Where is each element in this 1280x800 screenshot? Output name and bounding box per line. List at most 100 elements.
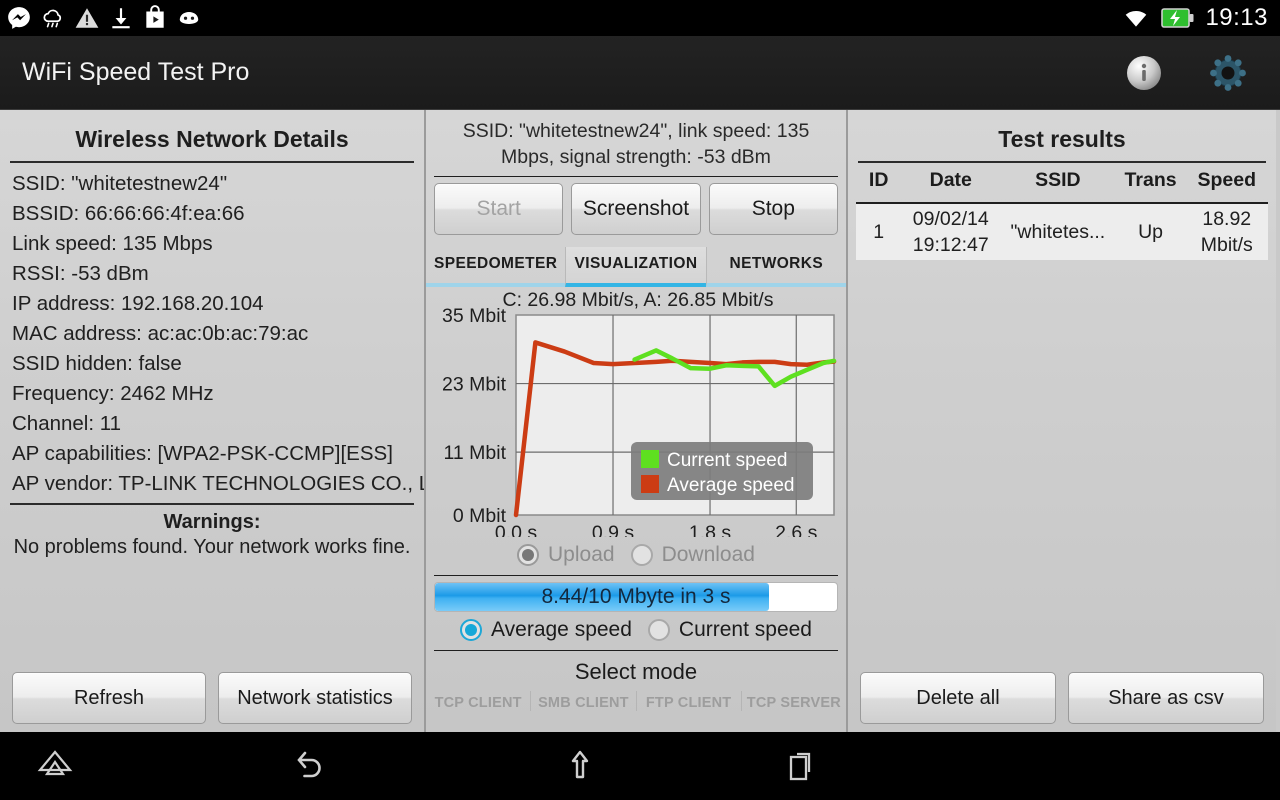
transfer-progress-bar: 8.44/10 Mbyte in 3 s	[434, 582, 838, 612]
tab-networks[interactable]: NETWORKS	[705, 247, 846, 287]
right-pane-buttons: Delete all Share as csv	[848, 672, 1276, 724]
status-bar: 19:13	[0, 0, 1280, 36]
radio-upload[interactable]: Upload	[517, 543, 615, 567]
chart-xtick-2: 1.8 s	[689, 522, 732, 537]
speed-chart: C: 26.98 Mbit/s, A: 26.85 Mbit/s 0 Mbit 1…	[426, 287, 846, 537]
mode-tabs: TCP CLIENT SMB CLIENT FTP CLIENT TCP SER…	[426, 691, 846, 711]
home-arrow-icon	[571, 750, 589, 779]
delete-all-button[interactable]: Delete all	[860, 672, 1056, 724]
detail-frequency: Frequency: 2462 MHz	[12, 382, 214, 405]
test-results-table: ID Date SSID Trans Speed	[848, 163, 1276, 202]
warnings-title: Warnings:	[163, 511, 261, 533]
refresh-button[interactable]: Refresh	[12, 672, 206, 724]
network-details-list: SSID: "whitetestnew24" BSSID: 66:66:66:4…	[0, 163, 424, 499]
tab-visualization[interactable]: VISUALIZATION	[565, 247, 706, 287]
battery-charging-icon	[1161, 8, 1194, 28]
detail-channel: Channel: 11	[12, 412, 122, 435]
nav-home-button[interactable]	[470, 743, 690, 789]
direction-selector: Upload Download	[426, 537, 846, 575]
detail-ssid: SSID: "whitetestnew24"	[12, 172, 228, 195]
app-title: WiFi Speed Test Pro	[22, 58, 250, 86]
detail-ap-vendor: AP vendor: TP-LINK TECHNOLOGIES CO., LTD…	[12, 472, 424, 495]
detail-ip-address: IP address: 192.168.20.104	[12, 292, 264, 315]
radio-download[interactable]: Download	[630, 543, 755, 567]
system-navigation-bar	[0, 732, 1280, 800]
network-statistics-button[interactable]: Network statistics	[218, 672, 412, 724]
table-row[interactable]: 1 09/02/14 19:12:47 "whitetes... Up 18.9…	[856, 204, 1268, 260]
radio-current-speed[interactable]: Current speed	[647, 618, 812, 642]
settings-button[interactable]	[1206, 51, 1250, 95]
legend-label-average: Average speed	[667, 475, 794, 496]
radio-upload-label: Upload	[548, 543, 615, 566]
select-mode-title: Select mode	[574, 659, 698, 684]
chart-legend: Current speed Average speed	[631, 442, 813, 500]
chart-ytick-2: 23 Mbit	[442, 374, 507, 396]
nav-recent-apps-button[interactable]	[690, 743, 910, 789]
nav-sony-home-button[interactable]	[0, 744, 110, 788]
speed-mode-selector: Average speed Current speed	[426, 612, 846, 650]
mode-tab-tcp-server[interactable]: TCP SERVER	[740, 691, 846, 711]
cell-trans: Up	[1138, 221, 1164, 243]
radio-current-speed-dot	[647, 619, 670, 641]
chart-xtick-1: 0.9 s	[592, 522, 635, 537]
screen: 19:13 WiFi Speed Test Pro Wireless Netwo…	[0, 0, 1280, 800]
nav-back-button[interactable]	[150, 743, 470, 789]
settings-icon	[1210, 54, 1246, 91]
action-bar: WiFi Speed Test Pro	[0, 36, 1280, 110]
column-header-ssid: SSID	[1035, 169, 1081, 191]
sony-home-icon	[37, 750, 73, 776]
legend-label-current: Current speed	[667, 450, 787, 471]
legend-swatch-current	[641, 450, 659, 468]
radio-download-label: Download	[661, 543, 755, 566]
detail-rssi: RSSI: -53 dBm	[12, 262, 149, 285]
chart-xtick-3: 2.6 s	[775, 522, 818, 537]
stop-button[interactable]: Stop	[708, 183, 838, 235]
status-bar-clock: 19:13	[1205, 4, 1268, 31]
cell-id: 1	[873, 221, 885, 243]
mode-tab-tcp-client[interactable]: TCP CLIENT	[426, 691, 530, 711]
radio-average-speed-label: Average speed	[491, 618, 632, 641]
wifi-icon	[1126, 10, 1147, 27]
test-control-buttons: Start Screenshot Stop	[426, 177, 846, 237]
detail-link-speed: Link speed: 135 Mbps	[12, 232, 213, 255]
speed-test-pane: SSID: "whitetestnew24", link speed: 135 …	[424, 110, 848, 732]
chart-xtick-0: 0.0 s	[495, 522, 538, 537]
detail-ssid-hidden: SSID hidden: false	[12, 352, 182, 375]
info-button[interactable]	[1122, 51, 1166, 95]
legend-swatch-average	[641, 475, 659, 493]
back-arrow-icon	[297, 751, 321, 778]
status-bar-notification-icons	[0, 5, 202, 31]
mode-tab-ftp-client[interactable]: FTP CLIENT	[635, 691, 741, 711]
transfer-progress-label: 8.44/10 Mbyte in 3 s	[541, 585, 731, 608]
page-title: Wireless Network Details	[75, 126, 349, 152]
share-as-csv-button[interactable]: Share as csv	[1068, 672, 1264, 724]
warning-icon	[75, 8, 99, 28]
mode-tab-smb-client[interactable]: SMB CLIENT	[530, 691, 635, 711]
recent-apps-icon	[789, 752, 811, 781]
wireless-network-details-pane: Wireless Network Details SSID: "whitetes…	[0, 110, 424, 732]
chart-ytick-3: 35 Mbit	[442, 305, 507, 327]
radio-current-speed-label: Current speed	[678, 618, 812, 641]
radio-average-speed[interactable]: Average speed	[460, 618, 632, 642]
chart-canvas: 0 Mbit11 Mbit23 Mbit35 Mbit 0.0 s 0.9 s 1.…	[442, 305, 837, 537]
radio-download-dot	[630, 544, 653, 566]
main-content: Wireless Network Details SSID: "whitetes…	[0, 110, 1280, 732]
column-header-speed: Speed	[1197, 169, 1257, 191]
radio-average-speed-dot	[460, 619, 483, 641]
detail-mac-address: MAC address: ac:ac:0b:ac:79:ac	[12, 322, 309, 345]
view-tabs: SPEEDOMETER VISUALIZATION NETWORKS	[426, 247, 846, 287]
left-pane-buttons: Refresh Network statistics	[0, 672, 424, 724]
tab-speedometer[interactable]: SPEEDOMETER	[426, 247, 566, 287]
screenshot-button[interactable]: Screenshot	[571, 183, 701, 235]
weather-icon	[43, 9, 62, 28]
chart-ytick-1: 11 Mbit	[444, 442, 507, 464]
start-button[interactable]: Start	[434, 183, 564, 235]
download-icon	[112, 8, 130, 29]
column-header-trans: Trans	[1124, 169, 1177, 191]
column-header-date: Date	[929, 169, 972, 191]
cell-date: 09/02/14 19:12:47	[912, 208, 989, 256]
table-header-row: ID Date SSID Trans Speed	[856, 163, 1268, 202]
android-icon	[179, 12, 199, 24]
action-bar-buttons	[1122, 51, 1280, 95]
radio-upload-dot	[517, 544, 540, 566]
